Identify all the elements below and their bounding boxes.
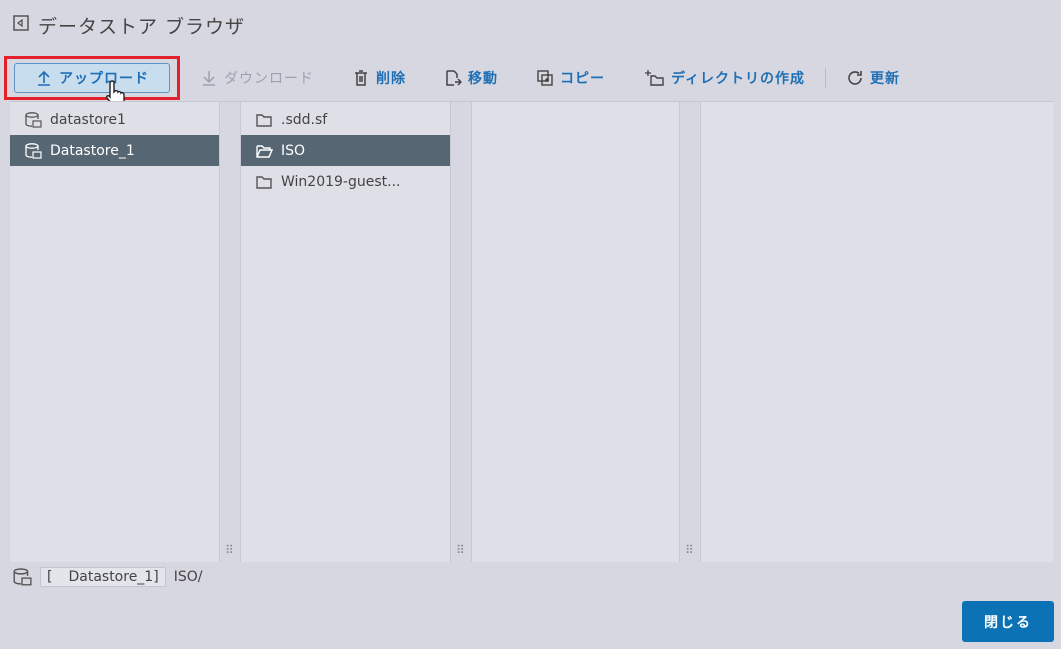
folder-icon [256, 175, 272, 189]
upload-icon [38, 70, 50, 86]
move-label: 移動 [468, 71, 498, 87]
upload-highlight-frame: アップロード [4, 56, 180, 107]
folder-icon [256, 113, 272, 127]
datastore-name: datastore1 [50, 111, 126, 128]
move-button[interactable]: 移動 [436, 63, 506, 93]
copy-icon [537, 70, 553, 86]
grip-icon: ⠿ [685, 543, 695, 557]
pane-resize-handle[interactable]: ⠿ [219, 102, 241, 562]
toolbar-separator [825, 68, 827, 88]
pane-resize-handle[interactable]: ⠿ [679, 102, 701, 562]
folder-name: Win2019-guest... [281, 173, 401, 190]
datastore-pane: datastore1 Datastore_1 [10, 102, 219, 562]
datastore-row[interactable]: Datastore_1 [10, 135, 219, 166]
current-path: [ Datastore_1] ISO/ [12, 565, 202, 589]
folder-row[interactable]: .sdd.sf [241, 104, 450, 135]
trash-icon [355, 70, 367, 86]
folder-pane: .sdd.sf ISO Win2019-guest... [241, 102, 450, 562]
refresh-icon [848, 71, 862, 85]
upload-label: アップロード [59, 71, 149, 87]
move-icon [446, 70, 462, 86]
folder-name: .sdd.sf [281, 111, 328, 128]
path-bracket: [ [47, 569, 53, 585]
pane-resize-handle[interactable]: ⠿ [450, 102, 472, 562]
dialog-title-text: データストア ブラウザ [38, 15, 246, 38]
copy-button[interactable]: コピー [528, 63, 613, 93]
delete-button[interactable]: 削除 [344, 63, 414, 93]
copy-label: コピー [560, 71, 605, 87]
download-icon [203, 71, 215, 86]
datastore-name: Datastore_1 [50, 142, 135, 159]
download-label: ダウンロード [224, 71, 314, 87]
refresh-button[interactable]: 更新 [838, 63, 908, 93]
delete-label: 削除 [376, 71, 406, 87]
path-folder: ISO/ [173, 569, 203, 585]
grip-icon: ⠿ [456, 543, 466, 557]
folder-row[interactable]: Win2019-guest... [241, 166, 450, 197]
datastore-icon [13, 568, 32, 586]
upload-button[interactable]: アップロード [14, 63, 170, 93]
grip-icon: ⠿ [225, 543, 235, 557]
datastore-icon [25, 142, 42, 159]
toolbar: アップロード ダウンロード 削除 移動 コピー ディレクトリの作成 更新 [4, 56, 1054, 107]
folder-open-icon [256, 144, 273, 158]
datastore-icon [25, 111, 42, 128]
folder-row[interactable]: ISO [241, 135, 450, 166]
folder-name: ISO [281, 142, 306, 159]
download-button[interactable]: ダウンロード [192, 63, 322, 93]
refresh-label: 更新 [870, 71, 901, 87]
close-button[interactable]: 閉じる [962, 601, 1054, 642]
path-datastore-box: [ Datastore_1] [40, 567, 166, 587]
browser-panes: datastore1 Datastore_1 ⠿ .sdd.sf ISO Win… [10, 101, 1053, 562]
details-pane [701, 102, 1053, 562]
contents-pane [472, 102, 679, 562]
dialog-title: データストア ブラウザ [12, 10, 245, 40]
new-folder-icon [645, 70, 664, 86]
path-datastore: Datastore_1] [68, 569, 159, 585]
datastore-browser-icon [12, 14, 30, 37]
create-directory-button[interactable]: ディレクトリの作成 [635, 63, 813, 93]
create-directory-label: ディレクトリの作成 [671, 71, 806, 87]
datastore-row[interactable]: datastore1 [10, 104, 219, 135]
